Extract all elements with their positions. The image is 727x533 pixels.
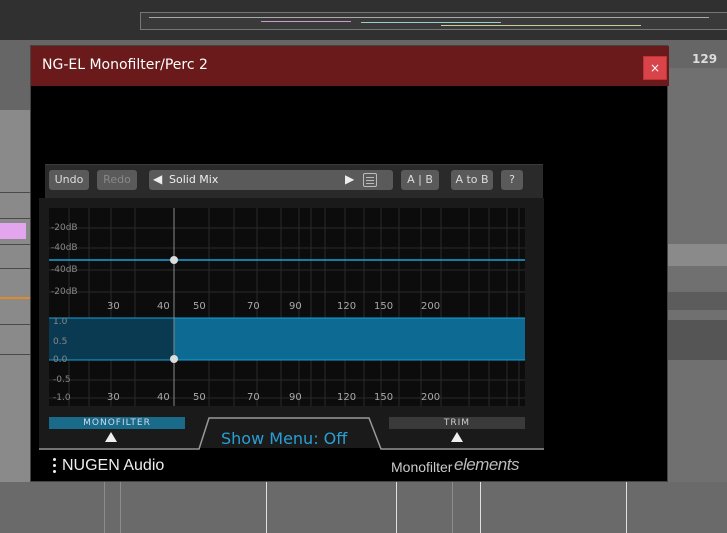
show-menu-toggle[interactable]: Show Menu: Off [221,429,347,448]
preset-name[interactable]: Solid Mix [169,173,218,186]
freq-tick-label: 30 [107,392,120,403]
plugin-toolbar: Undo Redo ◀ Solid Mix ▶ A | B A to B ? [45,164,543,198]
preset-list-icon[interactable] [363,173,377,187]
ab-compare-button[interactable]: A | B [401,170,439,190]
mono-region [49,318,174,360]
redo-button[interactable]: Redo [97,170,137,190]
width-tick-label: -1.0 [53,393,71,403]
product-name: Monofilter [391,459,453,475]
db-tick-label: -40dB [51,265,78,275]
db-tick-label: -20dB [51,223,78,233]
freq-tick-label: 30 [107,301,120,312]
freq-tick-label: 120 [337,392,356,403]
daw-right-panel [668,68,727,533]
preset-selector[interactable]: ◀ Solid Mix ▶ [149,170,393,190]
brand-name: NUGEN Audio [62,457,165,474]
db-tick-label: -40dB [51,243,78,253]
daw-track-headers [0,110,30,530]
freq-tick-label: 90 [289,301,302,312]
daw-top-bar [0,0,727,40]
width-handle[interactable] [170,355,178,363]
clip[interactable] [0,297,30,299]
window-title: NG-EL Monofilter/Perc 2 [42,57,208,73]
product-suffix: elements [454,455,519,474]
daw-bottom-area [0,482,727,533]
plugin-window[interactable]: NG-EL Monofilter/Perc 2 × Undo Redo ◀ So… [30,45,669,482]
filter-handle[interactable] [170,256,178,264]
freq-tick-label: 200 [421,301,440,312]
filter-graph[interactable]: -20dB -40dB -40dB -20dB 1.0 0.5 0.0 -0.5 -1.0 3… [49,208,525,406]
close-button[interactable]: × [643,56,667,80]
freq-tick-label: 50 [193,301,206,312]
freq-tick-label: 150 [374,301,393,312]
help-button[interactable]: ? [501,170,523,190]
freq-tick-label: 150 [374,392,393,403]
tempo-display[interactable]: 129 [692,52,717,66]
plugin-panel: -20dB -40dB -40dB -20dB 1.0 0.5 0.0 -0.5 -1.0 3… [39,198,544,448]
a-to-b-button[interactable]: A to B [451,170,493,190]
window-title-bar[interactable]: NG-EL Monofilter/Perc 2 × [31,46,669,86]
freq-tick-label: 50 [193,392,206,403]
preset-prev-icon[interactable]: ◀ [153,172,162,186]
freq-tick-label: 200 [421,392,440,403]
nugen-logo-icon [53,456,56,474]
freq-tick-label: 70 [247,392,260,403]
width-tick-label: 1.0 [53,317,68,327]
width-tick-label: -0.5 [53,375,71,385]
freq-tick-label: 120 [337,301,356,312]
freq-tick-label: 40 [157,392,170,403]
width-tick-label: 0.5 [53,337,67,347]
filter-graph-svg[interactable]: -20dB -40dB -40dB -20dB 1.0 0.5 0.0 -0.5 -1.0 3… [49,208,525,406]
preset-next-icon[interactable]: ▶ [345,172,354,186]
stereo-region [174,318,525,360]
clip[interactable] [0,223,26,239]
width-tick-label: 0.0 [53,355,68,365]
undo-button[interactable]: Undo [49,170,89,190]
arrangement-overview[interactable] [140,12,727,30]
freq-tick-label: 40 [157,301,170,312]
freq-tick-label: 70 [247,301,260,312]
db-tick-label: -20dB [51,287,78,297]
freq-tick-label: 90 [289,392,302,403]
